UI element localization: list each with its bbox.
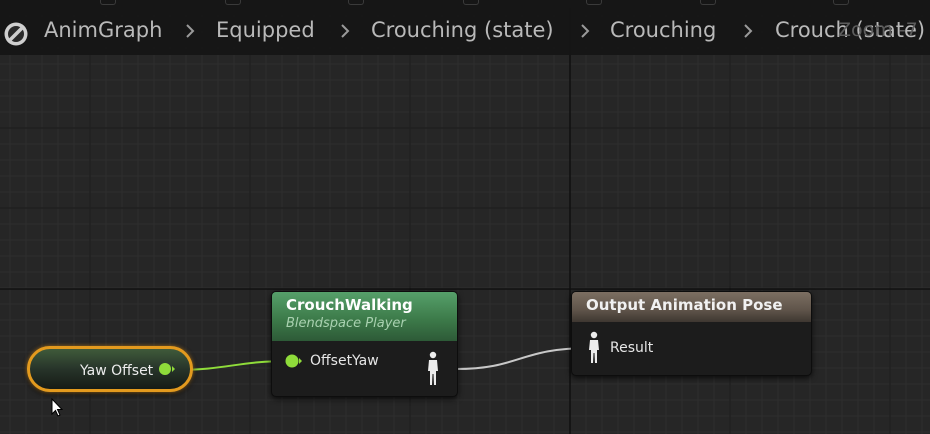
breadcrumb-item-crouching[interactable]: Crouching — [610, 18, 716, 42]
output-animation-pose-node[interactable]: Output Animation Pose Result — [571, 291, 812, 376]
crouchwalking-node[interactable]: CrouchWalking Blendspace Player OffsetYa… — [271, 291, 458, 397]
crouchwalking-node-subtitle: Blendspace Player — [286, 316, 406, 331]
float-pin-icon[interactable] — [285, 353, 303, 369]
graph-canvas[interactable]: AnimGraph Equipped Crouching (state) Cro… — [0, 0, 930, 434]
result-pin-label: Result — [610, 340, 654, 356]
zoom-label: Zoom -7 — [838, 19, 918, 41]
chevron-right-icon — [186, 24, 195, 38]
crouchwalking-node-title: CrouchWalking — [286, 296, 413, 314]
top-tab-strip — [0, 0, 930, 8]
output-node-title: Output Animation Pose — [586, 296, 783, 314]
breadcrumb-item-crouching-state[interactable]: Crouching (state) — [371, 18, 554, 42]
graph-badge-icon — [4, 22, 28, 46]
output-node-header: Output Animation Pose — [572, 292, 811, 322]
chevron-right-icon — [341, 24, 350, 38]
pose-pin-icon[interactable] — [587, 331, 601, 365]
float-pin-icon[interactable] — [158, 362, 176, 376]
yaw-offset-variable-node[interactable]: Yaw Offset — [27, 346, 193, 392]
chevron-right-icon — [744, 24, 753, 38]
mouse-cursor-icon — [51, 398, 64, 417]
offsetyaw-pin-label: OffsetYaw — [310, 353, 379, 369]
crouchwalking-node-header: CrouchWalking Blendspace Player — [272, 292, 457, 341]
pose-pin-icon[interactable] — [426, 351, 440, 387]
breadcrumb-item-equipped[interactable]: Equipped — [216, 18, 315, 42]
yaw-offset-label: Yaw Offset — [80, 363, 154, 379]
breadcrumb: AnimGraph Equipped Crouching (state) Cro… — [0, 8, 930, 55]
chevron-right-icon — [581, 24, 590, 38]
breadcrumb-item-animgraph[interactable]: AnimGraph — [44, 18, 162, 42]
